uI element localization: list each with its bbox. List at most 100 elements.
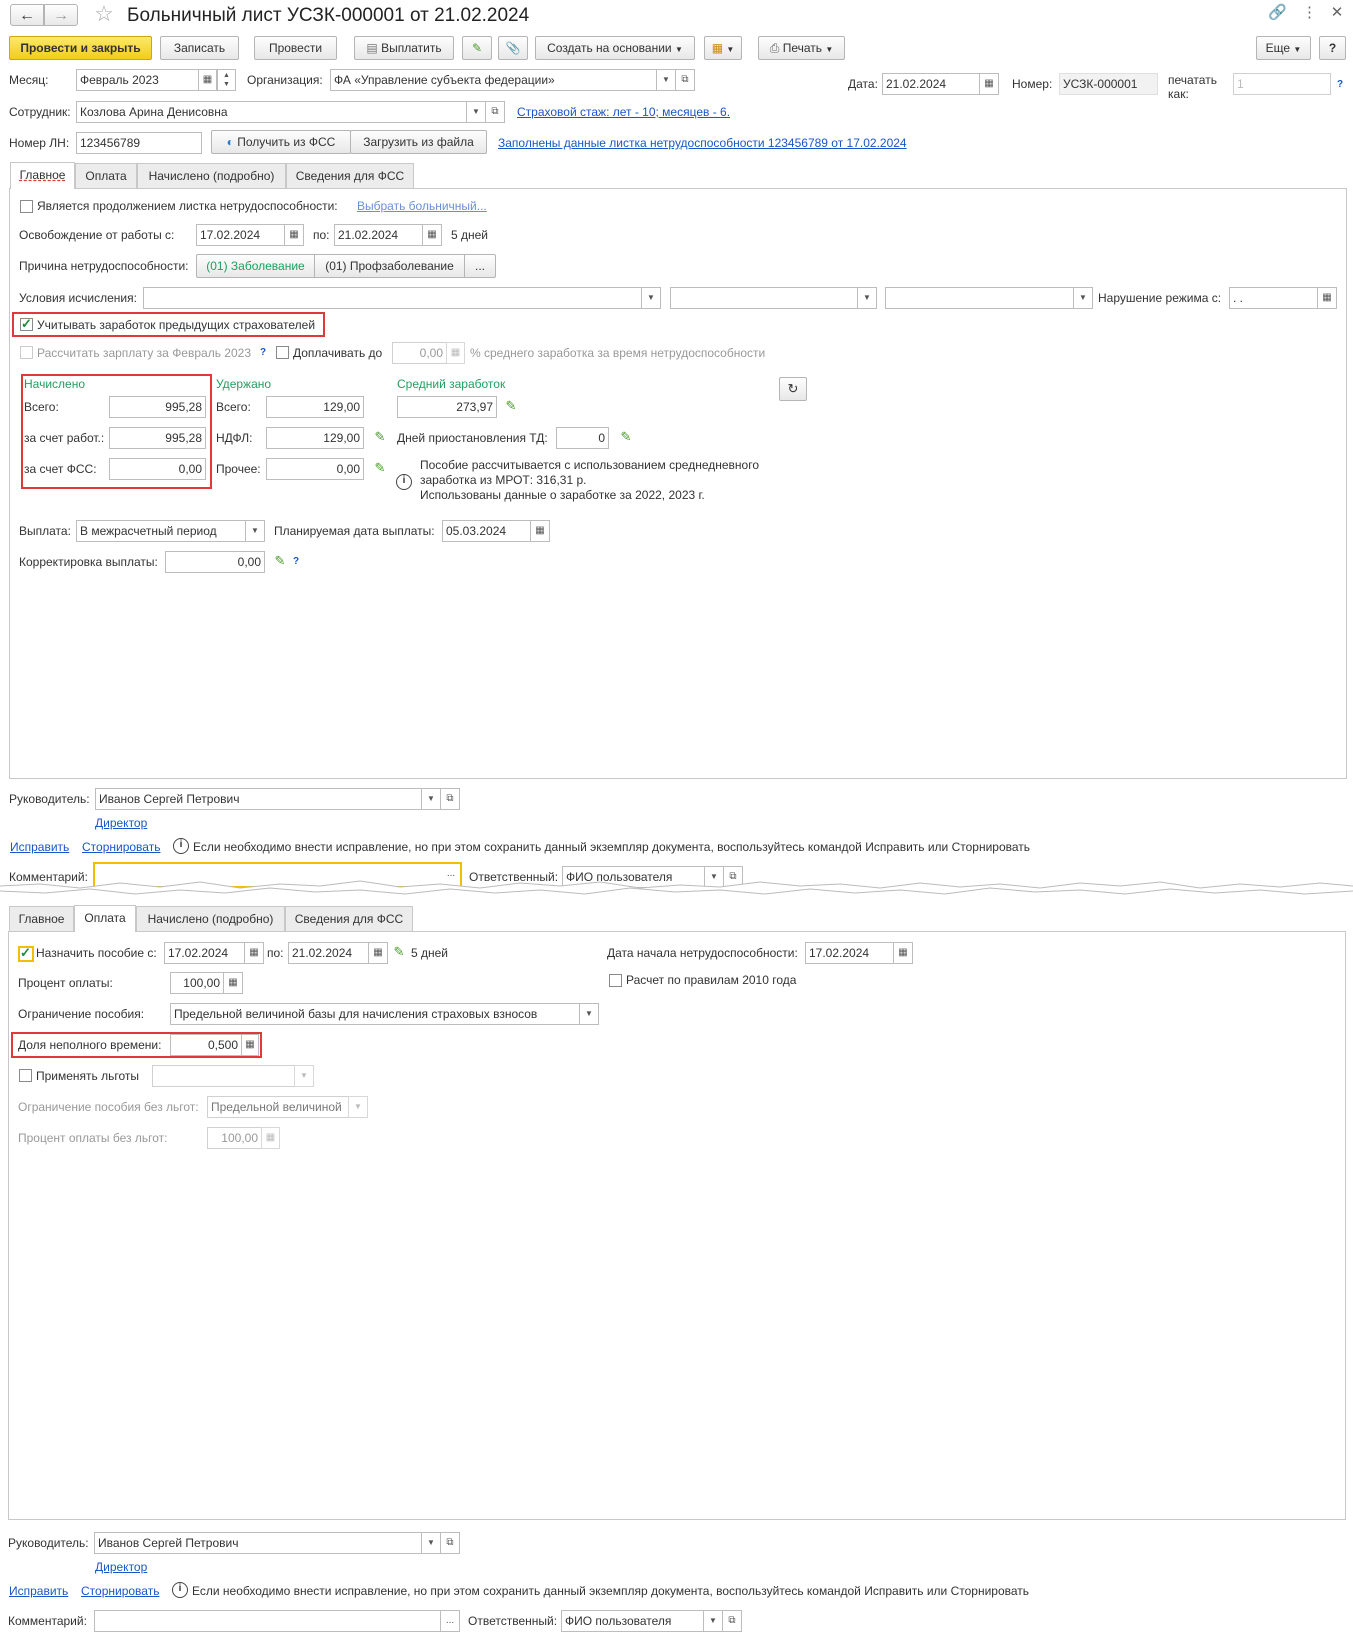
accrued-fss-input[interactable]: 0,00 [109,458,206,480]
date-calendar-button[interactable]: ▦ [979,73,999,95]
tab-fss-info-2[interactable]: Сведения для ФСС [285,906,413,931]
other-pencil-icon[interactable]: ✎ [373,461,387,475]
get-from-fss-button[interactable]: ◐ Получить из ФСС [211,130,351,154]
responsible-input-2[interactable]: ФИО пользователя [561,1610,704,1632]
manager-input-2[interactable]: Иванов Сергей Петрович [94,1532,422,1554]
start-date-calendar[interactable]: ▦ [893,942,913,964]
assign-from-calendar[interactable]: ▦ [244,942,264,964]
month-calendar-button[interactable]: ▦ [198,69,217,91]
reason-disease-button[interactable]: (01) Заболевание [196,254,315,278]
tab-accrued-detail-2[interactable]: Начислено (подробно) [136,906,285,931]
ndfl-pencil-icon[interactable]: ✎ [373,430,387,444]
date-input[interactable]: 21.02.2024 [882,73,980,95]
withheld-other-input[interactable]: 0,00 [266,458,364,480]
percent-nobenefit-calculator[interactable]: ▦ [261,1127,280,1149]
percent-nobenefit-input[interactable]: 100,00 [207,1127,262,1149]
load-from-file-button[interactable]: Загрузить из файла [350,130,487,154]
month-input[interactable]: Февраль 2023 [76,69,199,91]
manager-input[interactable]: Иванов Сергей Петрович [95,788,422,810]
org-dropdown-button[interactable]: ▼ [656,69,676,91]
withheld-ndfl-input[interactable]: 129,00 [266,427,364,449]
payout-input[interactable]: В межрасчетный период [76,520,246,542]
prev-insurers-checkbox[interactable] [20,316,33,332]
violation-calendar[interactable]: ▦ [1317,287,1337,309]
employee-open-button[interactable]: ⧉ [485,101,505,123]
violation-input[interactable]: . . [1229,287,1318,309]
conditions-input-2[interactable] [670,287,858,309]
plan-date-calendar[interactable]: ▦ [530,520,550,542]
assign-to-input[interactable]: 21.02.2024 [288,942,369,964]
limit-dropdown[interactable]: ▼ [579,1003,599,1025]
more-icon[interactable]: ⋮ [1302,5,1317,20]
assign-to-calendar[interactable]: ▦ [368,942,388,964]
save-button[interactable]: Записать [160,36,239,60]
release-to-input[interactable]: 21.02.2024 [334,224,423,246]
pay-up-to-input[interactable]: 0,00 [392,342,447,364]
tab-payment-2[interactable]: Оплата [74,905,136,931]
sign-button[interactable]: ✎ [462,36,492,60]
apply-benefits-checkbox[interactable] [19,1069,32,1082]
comment-more-button-2[interactable]: ... [440,1610,460,1632]
star-icon[interactable]: ☆ [92,2,116,26]
tab-accrued-detail[interactable]: Начислено (подробно) [137,163,286,188]
benefits-input[interactable] [152,1065,295,1087]
continuation-checkbox[interactable] [20,200,33,213]
help-button[interactable]: ? [1319,36,1346,60]
manager-open[interactable]: ⧉ [440,788,460,810]
employee-dropdown-button[interactable]: ▼ [466,101,486,123]
tab-main-2[interactable]: Главное [9,906,74,931]
close-icon[interactable]: ✕ [1330,5,1344,20]
accrued-total-input[interactable]: 995,28 [109,396,206,418]
conditions-dropdown-2[interactable]: ▼ [857,287,877,309]
manager-dropdown-2[interactable]: ▼ [421,1532,441,1554]
limit-nobenefit-input[interactable]: Предельной величиной [207,1096,349,1118]
org-input[interactable]: ФА «Управление субъекта федерации» [330,69,657,91]
part-time-calculator[interactable]: ▦ [241,1034,259,1056]
conditions-input-1[interactable] [143,287,642,309]
link-icon[interactable]: 🔗 [1268,5,1287,20]
assign-benefit-checkbox[interactable] [18,945,34,962]
assign-pencil-icon[interactable]: ✎ [392,945,406,959]
reverse-link[interactable]: Сторнировать [82,839,160,855]
avg-pencil-icon[interactable]: ✎ [504,399,518,413]
create-based-button[interactable]: Создать на основании ▼ [535,36,695,60]
calc-salary-help[interactable]: ? [260,345,266,361]
part-time-input[interactable]: 0,500 [170,1034,242,1056]
fix-link[interactable]: Исправить [10,839,69,855]
limit-nobenefit-dropdown[interactable]: ▼ [348,1096,368,1118]
employee-input[interactable]: Козлова Арина Денисовна [76,101,467,123]
limit-input[interactable]: Предельной величиной базы для начисления… [170,1003,580,1025]
comment-input-2[interactable] [94,1610,441,1632]
rules-2010-checkbox[interactable] [609,974,622,987]
reason-more-button[interactable]: ... [464,254,496,278]
pay-percent-input[interactable]: 100,00 [170,972,224,994]
pay-button[interactable]: ▤ Выплатить [354,36,454,60]
tab-fss-info[interactable]: Сведения для ФСС [286,163,414,188]
pay-percent-calculator[interactable]: ▦ [223,972,243,994]
filled-data-link[interactable]: Заполнены данные листка нетрудоспособнос… [498,135,907,151]
reverse-link-2[interactable]: Сторнировать [81,1583,159,1599]
accrued-employer-input[interactable]: 995,28 [109,427,206,449]
tab-main[interactable]: Главное [10,162,75,188]
pay-up-to-calculator[interactable]: ▦ [446,342,465,364]
post-and-close-button[interactable]: Провести и закрыть [9,36,152,60]
forward-button[interactable]: → [44,4,78,26]
conditions-input-3[interactable] [885,287,1074,309]
fix-link-2[interactable]: Исправить [9,1583,68,1599]
withheld-total-input[interactable]: 129,00 [266,396,364,418]
org-open-button[interactable]: ⧉ [675,69,695,91]
suspend-days-input[interactable]: 0 [556,427,609,449]
print-as-help[interactable]: ? [1337,77,1343,93]
suspend-pencil-icon[interactable]: ✎ [619,430,633,444]
release-to-calendar[interactable]: ▦ [422,224,442,246]
manager-position-link-2[interactable]: Директор [95,1559,147,1575]
correction-help[interactable]: ? [293,554,299,570]
conditions-dropdown-3[interactable]: ▼ [1073,287,1093,309]
responsible-open-2[interactable]: ⧉ [722,1610,742,1632]
responsible-dropdown-2[interactable]: ▼ [703,1610,723,1632]
start-date-input[interactable]: 17.02.2024 [805,942,894,964]
payout-dropdown[interactable]: ▼ [245,520,265,542]
assign-from-input[interactable]: 17.02.2024 [164,942,245,964]
ln-number-input[interactable]: 123456789 [76,132,202,154]
pay-up-to-checkbox[interactable] [276,346,289,359]
